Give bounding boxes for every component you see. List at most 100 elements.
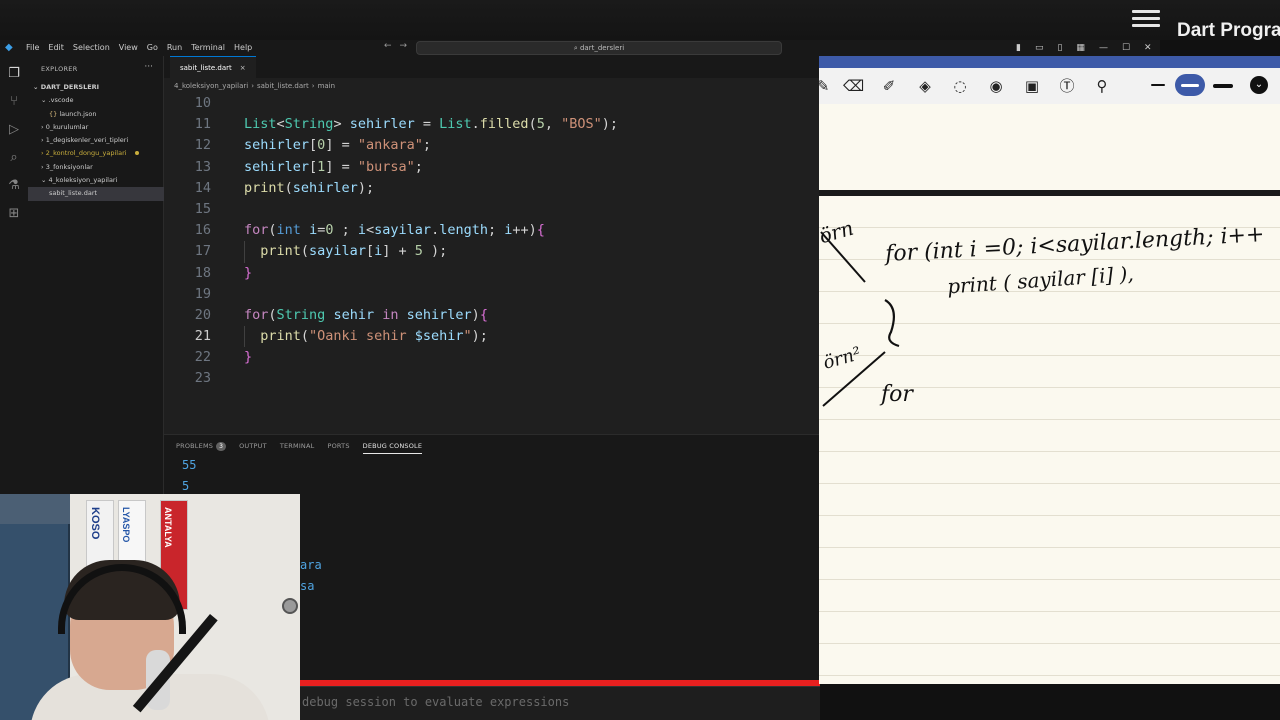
- command-center-search[interactable]: ⌕ dart_dersleri: [416, 41, 782, 55]
- file-tree: ⌄ DART_DERSLERI ⌄ .vscode{} launch.json ›…: [28, 81, 164, 201]
- tree-item[interactable]: {} launch.json: [28, 108, 164, 121]
- menu-run[interactable]: Run: [167, 42, 182, 54]
- code-line: 17 print(sayilar[i] + 5 );: [164, 241, 820, 262]
- tab-problems[interactable]: PROBLEMS 3: [176, 439, 227, 454]
- run-debug-icon[interactable]: ▷: [6, 122, 22, 138]
- webcam-overlay: KOSO LYASPO ANTALYA: [0, 494, 300, 720]
- tree-item[interactable]: › 3_fonksiyonlar: [28, 161, 164, 174]
- breadcrumb-item[interactable]: main: [318, 82, 336, 90]
- menu-go[interactable]: Go: [147, 42, 158, 54]
- breadcrumb-item[interactable]: 4_koleksiyon_yapilari: [174, 82, 248, 90]
- tree-root[interactable]: ⌄ DART_DERSLERI: [28, 81, 164, 94]
- maximize-icon[interactable]: ☐: [1122, 40, 1130, 56]
- line-number: 12: [194, 137, 211, 154]
- explorer-header: EXPLORER: [41, 65, 78, 73]
- tree-item[interactable]: ⌄ 4_koleksiyon_yapilari: [28, 174, 164, 187]
- tab-ports[interactable]: PORTS: [327, 439, 349, 454]
- handwriting-ink: [820, 231, 900, 407]
- console-line: ara: [300, 558, 322, 572]
- tree-item[interactable]: sabit_liste.dart: [28, 187, 164, 201]
- menu-help[interactable]: Help: [234, 42, 252, 54]
- tab-terminal[interactable]: TERMINAL: [280, 439, 315, 454]
- tree-item[interactable]: › 1_degiskenler_veri_tipleri: [28, 134, 164, 147]
- close-window-icon[interactable]: ✕: [1144, 40, 1152, 56]
- more-actions-icon[interactable]: ···: [144, 62, 153, 72]
- debug-console-input[interactable]: debug session to evaluate expressions: [300, 686, 820, 720]
- tab-problems-label: PROBLEMS: [176, 442, 214, 450]
- menu-bar: File Edit Selection View Go Run Terminal Help: [26, 42, 252, 54]
- back-arrow-icon[interactable]: ←: [384, 41, 400, 51]
- problems-count-badge: 3: [216, 442, 227, 451]
- code-editor[interactable]: 10 11 List<String> sehirler = List.filled…: [164, 93, 820, 390]
- tree-item[interactable]: › 2_kontrol_dongu_yapilari: [28, 147, 164, 160]
- banner-text: LYASPO: [121, 507, 131, 543]
- console-line: sa: [300, 579, 315, 593]
- code-line: 12 sehirler[0] = "ankara";: [164, 135, 820, 156]
- menu-selection[interactable]: Selection: [73, 42, 110, 54]
- note-app: ✎ ⌫ ✐ ◈ ◌ ◉ ▣ Ⓣ ⚲ ⌄ örn for (int i =0; i…: [816, 56, 1280, 684]
- customize-layout-icon[interactable]: ▦: [1076, 40, 1085, 56]
- tab-output[interactable]: OUTPUT: [239, 439, 267, 454]
- menu-view[interactable]: View: [119, 42, 138, 54]
- tab-sabit-liste[interactable]: sabit_liste.dart ×: [170, 56, 256, 78]
- breadcrumb-item[interactable]: sabit_liste.dart: [257, 82, 309, 90]
- window-controls: ▮ ▭ ▯ ▦ — ☐ ✕: [1016, 40, 1152, 56]
- tree-item-label: 1_degiskenler_veri_tipleri: [45, 136, 129, 145]
- minimize-icon[interactable]: —: [1099, 40, 1108, 56]
- line-number: 18: [194, 264, 211, 281]
- panel-tabs: PROBLEMS 3 OUTPUT TERMINAL PORTS DEBUG CO…: [176, 439, 423, 454]
- chevron-down-icon: ⌄: [41, 176, 47, 185]
- extensions-icon[interactable]: ⊞: [6, 206, 22, 222]
- explorer-files-icon[interactable]: ❐: [6, 66, 22, 82]
- toggle-secondary-sidebar-icon[interactable]: ▯: [1057, 40, 1062, 56]
- modified-dot-icon: [134, 151, 139, 156]
- chevron-down-icon: ⌄: [33, 83, 41, 91]
- command-center-text: dart_dersleri: [579, 44, 625, 52]
- indent-guide: [244, 241, 245, 263]
- toggle-sidebar-icon[interactable]: ▮: [1016, 40, 1021, 56]
- handwritten-line-3: }: [883, 292, 900, 322]
- tree-item-label: sabit_liste.dart: [49, 189, 98, 198]
- nav-arrows[interactable]: ←→: [384, 41, 415, 51]
- code-line: 23: [164, 368, 820, 389]
- chevron-down-icon: ⌄: [41, 96, 47, 105]
- menu-terminal[interactable]: Terminal: [191, 42, 225, 54]
- line-number: 20: [194, 306, 211, 323]
- line-number: 14: [194, 179, 211, 196]
- line-number: 23: [194, 370, 211, 387]
- debug-console-output-partial: ara sa: [300, 555, 322, 597]
- testing-flask-icon[interactable]: ⚗: [6, 178, 22, 194]
- tab-close-icon[interactable]: ×: [240, 64, 246, 72]
- tree-item[interactable]: ⌄ .vscode: [28, 94, 164, 107]
- menu-file[interactable]: File: [26, 42, 39, 54]
- tab-debug-console[interactable]: DEBUG CONSOLE: [362, 439, 423, 454]
- code-line: 18}: [164, 263, 820, 284]
- tree-item[interactable]: › 0_kurulumlar: [28, 121, 164, 134]
- toggle-panel-icon[interactable]: ▭: [1035, 40, 1044, 56]
- breadcrumb: 4_koleksiyon_yapilari › sabit_liste.dart › m…: [174, 82, 335, 90]
- screen: Dart Progra ◆ File Edit Selection View Go Run…: [0, 0, 1280, 720]
- tab-label: sabit_liste.dart: [180, 64, 232, 72]
- source-control-icon[interactable]: ⑂: [6, 94, 22, 110]
- editor-area: sabit_liste.dart × 4_koleksiyon_yapilari ›…: [164, 56, 820, 434]
- line-number: 11: [194, 116, 211, 133]
- search-view-icon[interactable]: ⌕: [6, 150, 22, 166]
- line-number: 13: [194, 158, 211, 175]
- tree-item-label: 4_koleksiyon_yapilari: [48, 176, 118, 185]
- line-number: 22: [194, 349, 211, 366]
- code-line: 11 List<String> sehirler = List.filled(5,…: [164, 114, 820, 135]
- video-title: Dart Progra: [1177, 20, 1280, 41]
- code-line: 14 print(sehirler);: [164, 178, 820, 199]
- line-number: 19: [194, 285, 211, 302]
- console-line: 55: [182, 458, 197, 472]
- hamburger-menu-icon[interactable]: [1132, 6, 1160, 32]
- title-bar: ◆ File Edit Selection View Go Run Terminal Help…: [0, 40, 1160, 56]
- chevron-right-icon: ›: [41, 149, 44, 158]
- forward-arrow-icon[interactable]: →: [400, 41, 416, 51]
- menu-edit[interactable]: Edit: [48, 42, 64, 54]
- line-number: 16: [194, 222, 211, 239]
- chevron-right-icon: ›: [41, 136, 44, 145]
- breadcrumb-separator-icon: ›: [311, 82, 315, 90]
- tree-item-label: launch.json: [59, 109, 97, 118]
- code-line-current: 21 print("Oanki sehir $sehir");: [164, 326, 820, 347]
